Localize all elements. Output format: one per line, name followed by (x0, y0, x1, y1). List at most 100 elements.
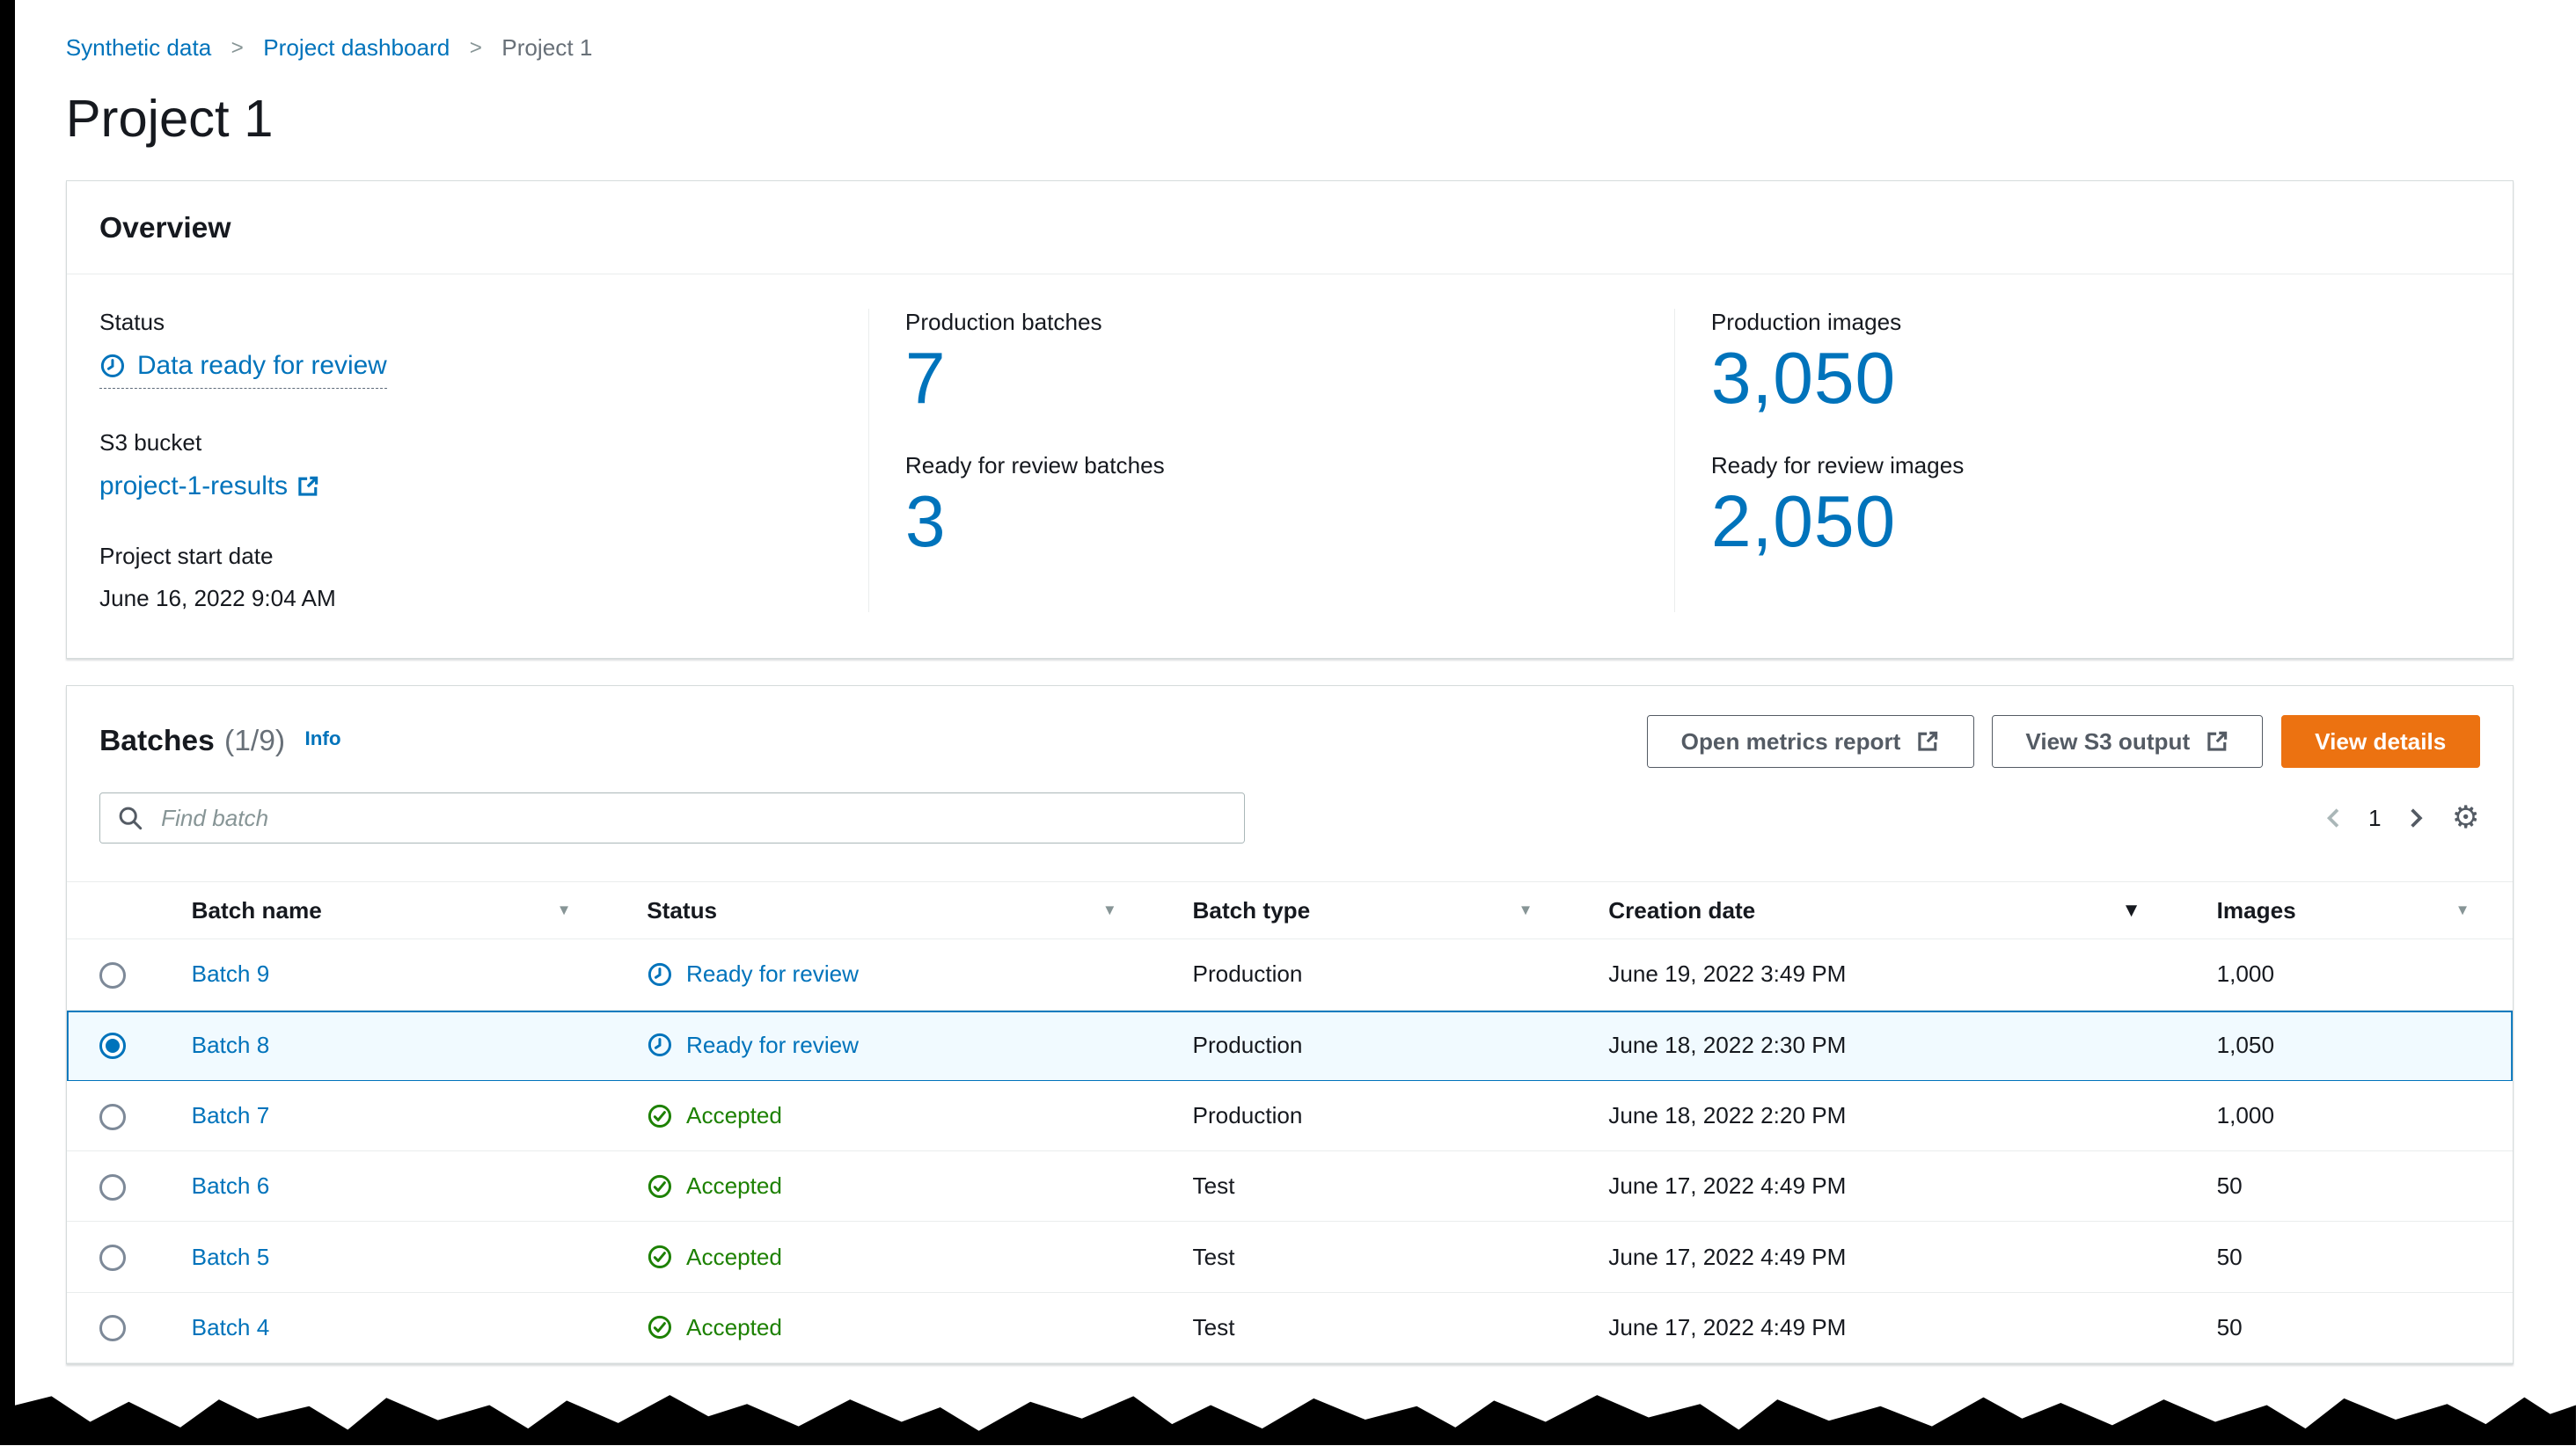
column-header-images[interactable]: Images ▼ (2184, 880, 2513, 940)
previous-page-button[interactable] (2324, 807, 2343, 829)
next-page-button[interactable] (2407, 807, 2426, 829)
images-cell: 50 (2184, 1292, 2513, 1363)
row-radio[interactable] (99, 1245, 126, 1272)
external-link-icon (2205, 729, 2229, 754)
creation-date-cell: June 17, 2022 4:49 PM (1575, 1292, 2184, 1363)
creation-date-cell: June 18, 2022 2:20 PM (1575, 1080, 2184, 1152)
batch-name-link[interactable]: Batch 8 (192, 1032, 270, 1058)
open-metrics-report-button[interactable]: Open metrics report (1647, 715, 1974, 769)
batch-name-link[interactable]: Batch 4 (192, 1314, 270, 1340)
row-radio-checked[interactable] (99, 1033, 126, 1060)
production-batches-label: Production batches (904, 309, 1102, 336)
status-value: Data ready for review (136, 351, 387, 381)
table-row: Batch 7 Accepted Production June 18, 202… (66, 1080, 2513, 1152)
batches-actions: Open metrics report View S3 output View … (1647, 715, 2480, 769)
column-header-batch-type[interactable]: Batch type ▼ (1160, 880, 1576, 940)
external-link-icon (296, 474, 320, 499)
sort-caret-icon: ▼ (2455, 902, 2470, 919)
production-images-value: 3,050 (1710, 339, 1897, 420)
status-accepted-icon (647, 1103, 673, 1129)
batches-table: Batch name ▼ Status ▼ Batch type ▼ Creat… (66, 880, 2513, 1363)
view-s3-output-button[interactable]: View S3 output (1992, 715, 2264, 769)
batches-title: Batches (99, 725, 215, 758)
column-header-label: Images (2216, 896, 2296, 924)
breadcrumb-chevron-icon: > (231, 35, 244, 60)
review-images-value: 2,050 (1710, 482, 1897, 563)
batch-name-link[interactable]: Batch 7 (192, 1102, 270, 1128)
search-box (99, 792, 1245, 844)
view-details-label: View details (2315, 727, 2447, 755)
creation-date-cell: June 17, 2022 4:49 PM (1575, 1150, 2184, 1223)
search-icon (117, 805, 143, 831)
table-header-row: Batch name ▼ Status ▼ Batch type ▼ Creat… (66, 880, 2513, 940)
production-batches-stat: Production batches 7 (905, 309, 1635, 420)
table-row: Batch 6 Accepted Test June 17, 2022 4:49… (66, 1150, 2513, 1223)
row-radio[interactable] (99, 962, 126, 989)
batch-name-link[interactable]: Batch 6 (192, 1172, 270, 1199)
row-radio[interactable] (99, 1103, 126, 1130)
project-start-value: June 16, 2022 9:04 AM (99, 584, 336, 611)
pending-clock-icon (99, 353, 126, 379)
creation-date-cell: June 18, 2022 2:30 PM (1575, 1010, 2184, 1081)
status-text: Accepted (686, 1313, 782, 1340)
overview-card-title: Overview (66, 181, 2513, 275)
status-ready-icon (647, 961, 673, 988)
production-images-label: Production images (1710, 309, 1902, 336)
view-details-button[interactable]: View details (2280, 715, 2480, 769)
s3-bucket-field: S3 bucket project-1-results (99, 429, 829, 501)
breadcrumb-current-project: Project 1 (501, 34, 593, 62)
batches-header: Batches (1/9) Info Open metrics report V… (67, 686, 2513, 792)
batch-type-cell: Test (1160, 1292, 1576, 1363)
search-input[interactable] (157, 793, 1227, 843)
batch-type-cell: Test (1160, 1150, 1576, 1223)
batch-type-cell: Production (1160, 1010, 1576, 1081)
status-text: Ready for review (686, 960, 860, 988)
creation-date-cell: June 19, 2022 3:49 PM (1575, 938, 2184, 1011)
batches-counter: (1/9) (224, 725, 286, 758)
select-column-header (66, 880, 159, 940)
column-header-label: Batch type (1192, 896, 1311, 924)
status-accepted-icon (647, 1173, 673, 1200)
page-number[interactable]: 1 (2368, 805, 2382, 832)
sort-caret-icon: ▼ (1518, 902, 1533, 919)
production-images-stat: Production images 3,050 (1711, 309, 2441, 420)
table-row: Batch 5 Accepted Test June 17, 2022 4:49… (66, 1221, 2513, 1293)
breadcrumb-chevron-icon: > (469, 35, 482, 60)
torn-bottom-edge (0, 1395, 2576, 1446)
column-header-label: Status (647, 896, 718, 924)
images-cell: 1,050 (2184, 1010, 2513, 1081)
table-row-selected: Batch 8 Ready for review Production June… (66, 1010, 2513, 1081)
page-title: Project 1 (65, 88, 274, 148)
status-accepted-icon (647, 1244, 673, 1270)
sort-caret-active-icon: ▼ (2121, 899, 2141, 922)
breadcrumb-link-synthetic-data[interactable]: Synthetic data (66, 34, 212, 62)
column-header-creation-date[interactable]: Creation date ▼ (1575, 880, 2184, 940)
creation-date-cell: June 17, 2022 4:49 PM (1575, 1221, 2184, 1293)
row-radio[interactable] (99, 1173, 126, 1201)
view-s3-output-label: View S3 output (2025, 727, 2191, 755)
images-cell: 1,000 (2184, 938, 2513, 1011)
overview-card: Overview Status Data ready for review S3… (65, 180, 2514, 659)
review-images-label: Ready for review images (1710, 452, 1965, 479)
sort-caret-icon: ▼ (1102, 902, 1117, 919)
status-label: Status (99, 309, 165, 336)
info-link[interactable]: Info (305, 727, 341, 750)
column-header-batch-name[interactable]: Batch name ▼ (158, 880, 614, 940)
batch-name-link[interactable]: Batch 5 (192, 1244, 270, 1270)
external-link-icon (1915, 729, 1940, 754)
s3-bucket-link-text: project-1-results (99, 471, 289, 501)
column-header-label: Batch name (191, 896, 322, 924)
batch-name-link[interactable]: Batch 9 (192, 960, 270, 987)
settings-gear-icon[interactable]: ⚙ (2452, 802, 2480, 833)
status-popover-trigger[interactable]: Data ready for review (99, 351, 387, 389)
batch-type-cell: Production (1160, 1080, 1576, 1152)
s3-bucket-link[interactable]: project-1-results (99, 471, 320, 501)
status-text: Accepted (686, 1101, 782, 1128)
breadcrumb-link-project-dashboard[interactable]: Project dashboard (263, 34, 450, 62)
project-start-field: Project start date June 16, 2022 9:04 AM (99, 543, 829, 612)
screen-left-edge (0, 0, 15, 1446)
project-start-label: Project start date (99, 542, 274, 569)
column-header-status[interactable]: Status ▼ (613, 880, 1160, 940)
row-radio[interactable] (99, 1315, 126, 1342)
overview-column-batches: Production batches 7 Ready for review ba… (867, 309, 1674, 612)
